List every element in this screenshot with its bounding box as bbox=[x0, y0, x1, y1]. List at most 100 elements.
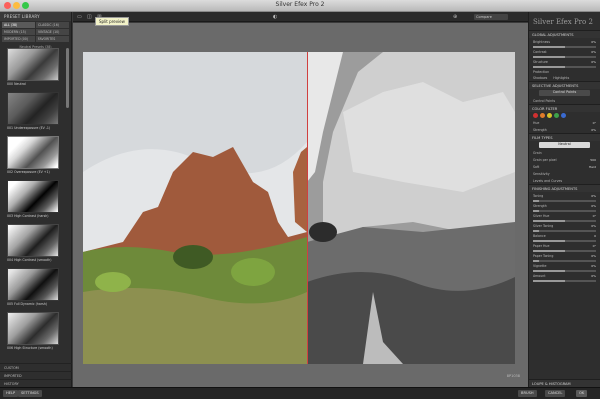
finishing-slider[interactable] bbox=[533, 230, 596, 232]
finishing-control[interactable]: Strength 0% bbox=[529, 202, 600, 209]
brush-button[interactable]: BRUSH bbox=[518, 390, 537, 397]
split-divider[interactable] bbox=[307, 52, 308, 364]
color-filter-swatch[interactable] bbox=[554, 113, 559, 118]
filter-hue-control[interactable]: Hue 0° bbox=[529, 119, 600, 126]
finishing-slider[interactable] bbox=[533, 210, 596, 212]
finishing-slider[interactable] bbox=[533, 250, 596, 252]
image-canvas[interactable]: 8P1038 bbox=[73, 23, 528, 387]
color-filter-swatch[interactable] bbox=[561, 113, 566, 118]
finishing-control[interactable]: Paper Toning 0% bbox=[529, 252, 600, 259]
softness-control[interactable]: Soft Hard bbox=[529, 163, 600, 170]
preset-library-header[interactable]: PRESET LIBRARY bbox=[0, 12, 71, 21]
slider-fill bbox=[533, 270, 565, 272]
finishing-control[interactable]: Balance 0 bbox=[529, 232, 600, 239]
section-loupe-histogram[interactable]: LOUPE & HISTOGRAM bbox=[529, 379, 600, 387]
finishing-control[interactable]: Silver Toning 0% bbox=[529, 222, 600, 229]
filter-strength-control[interactable]: Strength 0% bbox=[529, 126, 600, 133]
preset-name: 003 High Contrast (harsh) bbox=[7, 214, 49, 218]
protection-shadows-option[interactable]: Shadows bbox=[533, 76, 547, 80]
help-button[interactable]: HELP bbox=[3, 390, 19, 397]
settings-button[interactable]: SETTINGS bbox=[18, 390, 42, 397]
control-value: 0% bbox=[591, 223, 596, 228]
structure-slider[interactable] bbox=[533, 66, 596, 68]
finishing-control[interactable]: Paper Hue 0° bbox=[529, 242, 600, 249]
section-finishing-adjustments[interactable]: FINISHING ADJUSTMENTS bbox=[529, 184, 600, 192]
brightness-slider[interactable] bbox=[533, 46, 596, 48]
section-history[interactable]: HISTORY bbox=[0, 379, 72, 387]
tab-imported[interactable]: IMPORTED (00) bbox=[2, 36, 35, 42]
color-filter-swatch[interactable] bbox=[547, 113, 552, 118]
window-title: Silver Efex Pro 2 bbox=[275, 1, 325, 8]
film-type-select[interactable]: Neutral bbox=[539, 142, 590, 148]
sensitivity-row[interactable]: Sensitivity bbox=[529, 170, 600, 177]
split-view-icon[interactable]: ◫ bbox=[87, 14, 92, 20]
preset-list: 000 Neutral 001 Underexposure (EV -1) 00… bbox=[5, 48, 61, 368]
finishing-slider[interactable] bbox=[533, 280, 596, 282]
control-label: Balance bbox=[533, 233, 546, 238]
section-global-adjustments[interactable]: GLOBAL ADJUSTMENTS bbox=[529, 30, 600, 38]
slider-fill bbox=[533, 280, 565, 282]
finishing-control[interactable]: Silver Hue 0° bbox=[529, 212, 600, 219]
background-toggle-icon[interactable]: ◐ bbox=[273, 14, 277, 20]
control-label: Silver Toning bbox=[533, 223, 554, 228]
grain-control[interactable]: Grain per pixel 500 bbox=[529, 156, 600, 163]
cancel-button[interactable]: CANCEL bbox=[545, 390, 566, 397]
finishing-control[interactable]: Vignette 0% bbox=[529, 262, 600, 269]
preset-thumbnail bbox=[7, 180, 59, 213]
protection-highlights-option[interactable]: Highlights bbox=[553, 76, 569, 80]
control-value: 0 bbox=[594, 233, 596, 238]
section-custom[interactable]: CUSTOM bbox=[0, 363, 72, 371]
tab-classic[interactable]: CLASSIC (16) bbox=[36, 22, 69, 28]
preset-item[interactable]: 005 Full Dynamic (harsh) bbox=[7, 268, 59, 308]
finishing-slider[interactable] bbox=[533, 270, 596, 272]
finishing-slider[interactable] bbox=[533, 200, 596, 202]
contrast-slider[interactable] bbox=[533, 56, 596, 58]
landscape-photo bbox=[83, 52, 515, 364]
finishing-slider[interactable] bbox=[533, 220, 596, 222]
brightness-control[interactable]: Brightness 0% bbox=[529, 38, 600, 45]
slider-fill bbox=[533, 66, 565, 68]
control-label: Structure bbox=[533, 59, 548, 64]
preset-thumbnail bbox=[7, 224, 59, 257]
compare-button[interactable]: Compare bbox=[474, 14, 508, 20]
control-value: 500 bbox=[590, 157, 596, 162]
tab-vintage[interactable]: VINTAGE (10) bbox=[36, 29, 69, 35]
structure-control[interactable]: Structure 0% bbox=[529, 58, 600, 65]
finishing-control[interactable]: Amount 0% bbox=[529, 272, 600, 279]
preset-item[interactable]: 002 Overexposure (EV +1) bbox=[7, 136, 59, 176]
preset-list-scrollbar[interactable] bbox=[66, 48, 69, 108]
control-label: Toning bbox=[533, 193, 544, 198]
section-imported[interactable]: IMPORTED bbox=[0, 371, 72, 379]
finishing-controls: Toning 0% Strength 0% Silver Hue 0° Silver Ton… bbox=[529, 192, 600, 282]
control-label: Amount bbox=[533, 273, 546, 278]
preset-item[interactable]: 003 High Contrast (harsh) bbox=[7, 180, 59, 220]
preset-item[interactable]: 004 High Contrast (smooth) bbox=[7, 224, 59, 264]
tab-favorites[interactable]: FAVORITES bbox=[36, 36, 69, 42]
preset-item[interactable]: 000 Neutral bbox=[7, 48, 59, 88]
section-color-filter[interactable]: COLOR FILTER bbox=[529, 104, 600, 112]
control-points-row[interactable]: Control Points bbox=[529, 97, 600, 104]
tab-all[interactable]: ALL (38) bbox=[2, 22, 35, 28]
preset-item[interactable]: 001 Underexposure (EV -1) bbox=[7, 92, 59, 132]
section-film-types[interactable]: FILM TYPES bbox=[529, 133, 600, 141]
zoom-icon[interactable]: ⊕ bbox=[453, 14, 457, 20]
finishing-slider[interactable] bbox=[533, 240, 596, 242]
tab-modern[interactable]: MODERN (15) bbox=[2, 29, 35, 35]
section-selective-adjustments[interactable]: SELECTIVE ADJUSTMENTS bbox=[529, 81, 600, 89]
finishing-slider[interactable] bbox=[533, 260, 596, 262]
ok-button[interactable]: OK bbox=[576, 390, 588, 397]
single-view-icon[interactable]: ▭ bbox=[77, 14, 82, 20]
add-control-point-button[interactable]: Control Points bbox=[539, 90, 590, 96]
color-filter-swatch[interactable] bbox=[540, 113, 545, 118]
preset-name: 001 Underexposure (EV -1) bbox=[7, 126, 51, 130]
control-label: Hue bbox=[533, 120, 540, 125]
finishing-control[interactable]: Toning 0% bbox=[529, 192, 600, 199]
levels-curves-row[interactable]: Levels and Curves bbox=[529, 177, 600, 184]
preset-item[interactable]: 006 High Structure (smooth) bbox=[7, 312, 59, 352]
color-filter-dots bbox=[529, 112, 600, 119]
preset-thumbnail bbox=[7, 92, 59, 125]
color-filter-swatch[interactable] bbox=[533, 113, 538, 118]
photo-preview[interactable] bbox=[83, 52, 515, 364]
control-value: 0° bbox=[592, 243, 596, 248]
contrast-control[interactable]: Contrast 0% bbox=[529, 48, 600, 55]
